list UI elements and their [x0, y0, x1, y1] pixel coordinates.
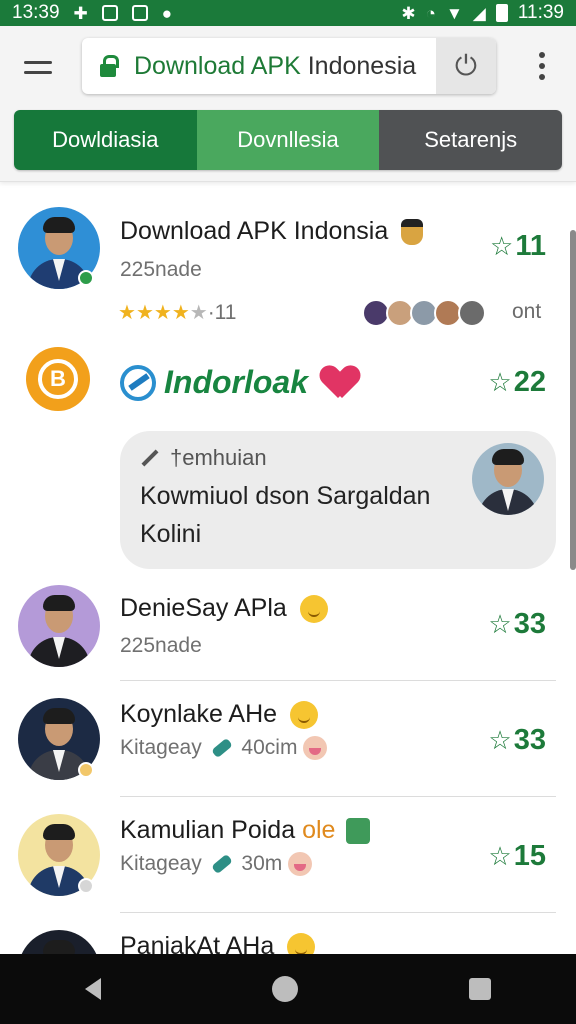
list-item-subtitle: 225nade [120, 258, 202, 281]
list-item-name: Download APK Indonsia [120, 217, 389, 245]
online-badge [78, 270, 94, 286]
subtitle-prefix: Kitageay [120, 852, 202, 875]
notification-icon [101, 5, 118, 21]
smile-emoji-icon [290, 701, 318, 730]
mini-avatar [458, 299, 486, 327]
divider [120, 796, 556, 797]
list-item-name: DenieSay APla [120, 594, 287, 622]
subtitle-prefix: Kitageay [120, 736, 202, 759]
bluetooth-icon: ✱ [401, 3, 416, 23]
star-rating-count: ·11 [207, 300, 237, 324]
subtitle-suffix: 40cim [241, 736, 298, 759]
status-badge [78, 762, 94, 778]
url-text: Download APK Indonesia [134, 52, 416, 81]
message-card[interactable]: †emhuian Kowmiuol dson Sargaldan Kolini [120, 431, 556, 569]
rating-badge: ☆ 15 [488, 840, 546, 873]
wifi-icon: ▼ [445, 3, 463, 23]
star-rating: ★ ★ ★ ★ ★ ·11 [118, 300, 236, 325]
list-item-title: DenieSay APla [120, 594, 328, 624]
star-outline-icon: ☆ [488, 725, 512, 755]
calendar-icon [346, 818, 371, 845]
subtitle-suffix: 30m [241, 852, 283, 875]
list-item-name: Koynlake AHe [120, 700, 278, 728]
pencil-icon [141, 449, 159, 467]
participant-avatars[interactable] [362, 299, 486, 327]
star-empty-icon: ★ [189, 302, 208, 324]
star-outline-icon: ☆ [488, 609, 512, 639]
divider [120, 912, 556, 913]
scrollbar[interactable] [570, 230, 576, 570]
participants-label: ont [512, 300, 542, 323]
rating-value: 15 [513, 840, 546, 872]
message-label-text: †emhuian [170, 445, 267, 470]
list-item-name-accent: ole [302, 816, 336, 844]
rating-value: 11 [515, 230, 546, 262]
star-outline-icon: ☆ [490, 231, 514, 261]
lock-icon [100, 55, 119, 77]
message-avatar [472, 443, 544, 515]
status-bar: 13:39 ✚ ● ✱ ◔ ▼ ◢ 11:39 [0, 0, 576, 26]
brand-swirl-icon [120, 364, 156, 401]
status-time-right: 11:39 [517, 2, 564, 23]
list-item-subtitle: Kitageay 30m [120, 852, 313, 877]
plus-icon: ✚ [73, 3, 88, 23]
rating-badge: ☆ 33 [488, 608, 546, 641]
rating-value: 33 [513, 608, 546, 640]
tongue-face-icon [303, 736, 328, 761]
hamburger-menu-button[interactable] [24, 58, 54, 78]
recent-apps-icon[interactable] [468, 978, 491, 1000]
list-item-subtitle: Kitageay 40cim [120, 736, 328, 761]
list-item-title: Kamulian Poida ole [120, 816, 371, 845]
brand-logo: B [26, 347, 90, 411]
status-badge [78, 878, 94, 894]
tab-1[interactable]: Dowldiasia [14, 110, 197, 170]
tab-2[interactable]: Dovnllesia [196, 110, 380, 170]
star-icon: ★ [153, 302, 172, 324]
url-bar[interactable]: Download APK Indonesia ⏻ [82, 38, 496, 94]
heart-icon [322, 366, 358, 400]
rating-value: 22 [513, 366, 546, 398]
overflow-menu-button[interactable] [538, 52, 546, 80]
message-body: Kowmiuol dson Sargaldan Kolini [140, 482, 431, 548]
rating-badge: ☆ 11 [490, 230, 546, 263]
message-label: †emhuian [140, 445, 267, 471]
tongue-face-icon [288, 852, 313, 877]
tab-bar: Dowldiasia Dovnllesia Setarenjs [14, 110, 562, 170]
list-item-title: Download APK Indonsia [120, 217, 424, 246]
home-icon[interactable] [271, 976, 298, 1002]
system-navigation-bar [0, 954, 576, 1024]
brand-title: Indorloak [120, 364, 358, 401]
power-button[interactable]: ⏻ [436, 38, 496, 94]
rating-value: 33 [513, 724, 546, 756]
smile-emoji-icon [299, 595, 328, 624]
ticket-icon [210, 854, 233, 875]
signal-icon: ◢ [472, 3, 486, 23]
brand-name: Indorloak [164, 364, 309, 400]
tab-3[interactable]: Setarenjs [379, 110, 562, 170]
list-item-subtitle: 225nade [120, 634, 202, 657]
location-icon: ● [161, 3, 173, 23]
rating-badge: ☆ 33 [488, 724, 546, 757]
notification-icon-2 [131, 5, 148, 21]
star-icon: ★ [135, 302, 154, 324]
star-outline-icon: ☆ [488, 841, 512, 871]
alarm-icon: ◔ [425, 3, 436, 23]
battery-icon [495, 4, 508, 22]
star-icon: ★ [171, 302, 190, 324]
star-icon: ★ [118, 302, 136, 324]
url-domain: Download APK [134, 51, 301, 80]
ticket-icon [210, 738, 233, 759]
list-item-name: Kamulian Poida [120, 816, 296, 844]
list-item-title: Koynlake AHe [120, 700, 318, 730]
divider [120, 680, 556, 681]
browser-toolbar: Download APK Indonesia ⏻ Dowldiasia Dovn… [0, 26, 576, 182]
avatar [18, 585, 100, 667]
url-suffix: Indonesia [307, 51, 417, 80]
star-outline-icon: ☆ [488, 367, 512, 397]
status-time-left: 13:39 [12, 2, 60, 23]
hat-icon [401, 219, 424, 246]
rating-badge: ☆ 22 [488, 366, 546, 399]
power-icon: ⏻ [454, 49, 478, 81]
back-icon[interactable] [85, 978, 102, 1000]
